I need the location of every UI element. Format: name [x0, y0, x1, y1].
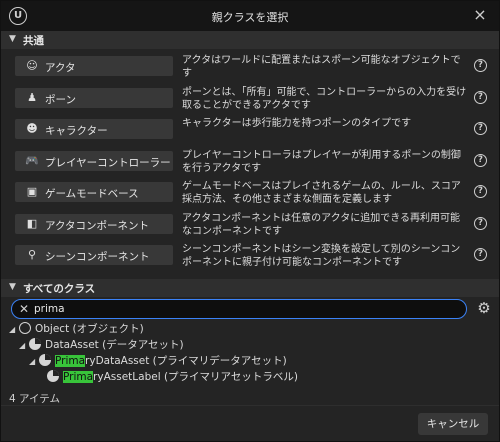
class-button-label: ポーン — [45, 93, 76, 106]
class-button[interactable]: ▣ ゲームモードベース — [15, 182, 173, 202]
title-bar: U 親クラスを選択 × — [1, 1, 499, 31]
class-button[interactable]: ☺ アクタ — [15, 56, 173, 76]
tree-item-label: ryAssetLabel (プライマリアセットラベル) — [93, 371, 298, 383]
tree-item-object[interactable]: ◢ Object (オブジェクト) — [9, 321, 144, 337]
class-button-label: ゲームモードベース — [45, 188, 139, 200]
all-classes-section-label: すべてのクラス — [23, 283, 96, 295]
data-asset-icon — [39, 354, 51, 366]
class-description: キャラクターは歩行能力を持つポーンのタイプです — [182, 118, 412, 129]
divider — [1, 405, 499, 406]
clear-search-icon[interactable]: ✕ — [19, 302, 29, 316]
tree-item-dataasset[interactable]: ◢ DataAsset (データアセット) — [19, 337, 184, 353]
search-highlight: Prima — [55, 355, 86, 367]
expand-arrow-icon[interactable]: ◢ — [9, 325, 19, 334]
help-icon[interactable]: ? — [474, 248, 487, 261]
help-icon[interactable]: ? — [474, 153, 487, 167]
class-button-label: キャラクター — [45, 125, 108, 137]
character-icon: ☻ — [26, 122, 38, 135]
class-description: プレイヤーコントローラはプレイヤーが利用するポーンの制御を行うアクタです — [182, 149, 461, 174]
game-mode-icon: ▣ — [26, 185, 38, 198]
actor-icon: ☺ — [26, 59, 38, 72]
class-button[interactable]: 🎮 プレイヤーコントローラー — [15, 150, 173, 171]
common-class-row: ◧ アクタコンポーネント アクタコンポーネントは任意のアクタに追加できる再利用可能な… — [1, 209, 499, 237]
common-class-row: 🎮 プレイヤーコントローラー プレイヤーコントローラはプレイヤーが利用するポーンの制… — [1, 146, 499, 174]
gamepad-icon: 🎮 — [25, 153, 39, 167]
class-button-label: アクタコンポーネント — [45, 219, 150, 232]
dialog-title: 親クラスを選択 — [211, 11, 289, 24]
class-button[interactable]: ⚲ シーンコンポーネント — [15, 245, 173, 265]
help-icon[interactable]: ? — [474, 90, 487, 104]
data-asset-icon — [29, 338, 41, 350]
tree-item-label: DataAsset (データアセット) — [45, 339, 184, 351]
pawn-icon: ♟ — [27, 90, 37, 104]
help-icon[interactable]: ? — [474, 216, 487, 230]
expand-arrow-icon[interactable]: ◢ — [29, 357, 39, 366]
class-button[interactable]: ♟ ポーン — [15, 87, 173, 108]
collapse-arrow-icon: ▼ — [9, 34, 16, 44]
cancel-button[interactable]: キャンセル — [418, 413, 488, 435]
common-class-row: ⚲ シーンコンポーネント シーンコンポーネントはシーン変換を設定して別のシーンコンポ… — [1, 240, 499, 268]
data-asset-icon — [47, 370, 59, 382]
tree-item-primaryassetlabel[interactable]: PrimaryAssetLabel (プライマリアセットラベル) — [47, 369, 298, 385]
tree-item-label: ryDataAsset (プライマリデータアセット) — [85, 355, 287, 367]
all-classes-section-header[interactable]: ▼ すべてのクラス — [1, 279, 499, 297]
settings-gear-icon[interactable]: ⚙ — [475, 299, 493, 317]
help-icon[interactable]: ? — [474, 122, 487, 135]
search-highlight: Prima — [63, 371, 94, 383]
class-button[interactable]: ◧ アクタコンポーネント — [15, 213, 173, 234]
class-button-label: シーンコンポーネント — [45, 251, 150, 263]
tree-item-label: Object (オブジェクト) — [35, 323, 144, 335]
class-search-input[interactable] — [34, 301, 454, 316]
common-class-row: ▣ ゲームモードベース ゲームモードベースはプレイされるゲームの、ルール、スコア採点… — [1, 177, 499, 205]
parent-class-dialog: U 親クラスを選択 × ▼ 共通 ☺ アクタ アクタはワールドに配置またはスポーン可… — [0, 0, 500, 442]
close-icon[interactable]: × — [471, 6, 489, 24]
actor-component-icon: ◧ — [26, 216, 38, 230]
scene-component-icon: ⚲ — [27, 248, 37, 261]
class-description: ゲームモードベースはプレイされるゲームの、ルール、スコア採点方法、その他さまざま… — [182, 181, 461, 205]
common-section-header[interactable]: ▼ 共通 — [1, 31, 499, 49]
help-icon[interactable]: ? — [474, 185, 487, 198]
tree-item-primarydataasset[interactable]: ◢ PrimaryDataAsset (プライマリデータアセット) — [29, 353, 287, 369]
help-icon[interactable]: ? — [474, 59, 487, 72]
common-class-row: ☺ アクタ アクタはワールドに配置またはスポーン可能なオブジェクトです? — [1, 51, 499, 79]
object-class-icon — [19, 322, 31, 334]
class-description: ポーンとは、「所有」可能で、コントローラーからの入力を受け取ることができるアクタ… — [182, 86, 467, 111]
class-button[interactable]: ☻ キャラクター — [15, 119, 173, 139]
collapse-arrow-icon: ▼ — [9, 282, 16, 292]
class-tree: ◢ Object (オブジェクト) ◢ DataAsset (データアセット) ◢ P… — [1, 321, 499, 387]
class-search-box[interactable]: ✕ — [11, 299, 467, 319]
class-description: アクタはワールドに配置またはスポーン可能なオブジェクトです — [182, 55, 461, 79]
common-section-label: 共通 — [23, 35, 44, 47]
common-class-row: ♟ ポーン ポーンとは、「所有」可能で、コントローラーからの入力を受け取ることができ… — [1, 83, 499, 111]
item-count: 4 アイテム — [9, 393, 60, 405]
expand-arrow-icon[interactable]: ◢ — [19, 341, 29, 350]
class-button-label: アクタ — [45, 62, 76, 74]
class-description: シーンコンポーネントはシーン変換を設定して別のシーンコンポーネントに親子付け可能… — [182, 244, 461, 268]
class-button-label: プレイヤーコントローラー — [45, 156, 171, 169]
class-description: アクタコンポーネントは任意のアクタに追加できる再利用可能なコンポーネントです — [182, 212, 460, 237]
common-class-row: ☻ キャラクター キャラクターは歩行能力を持つポーンのタイプです? — [1, 114, 499, 142]
